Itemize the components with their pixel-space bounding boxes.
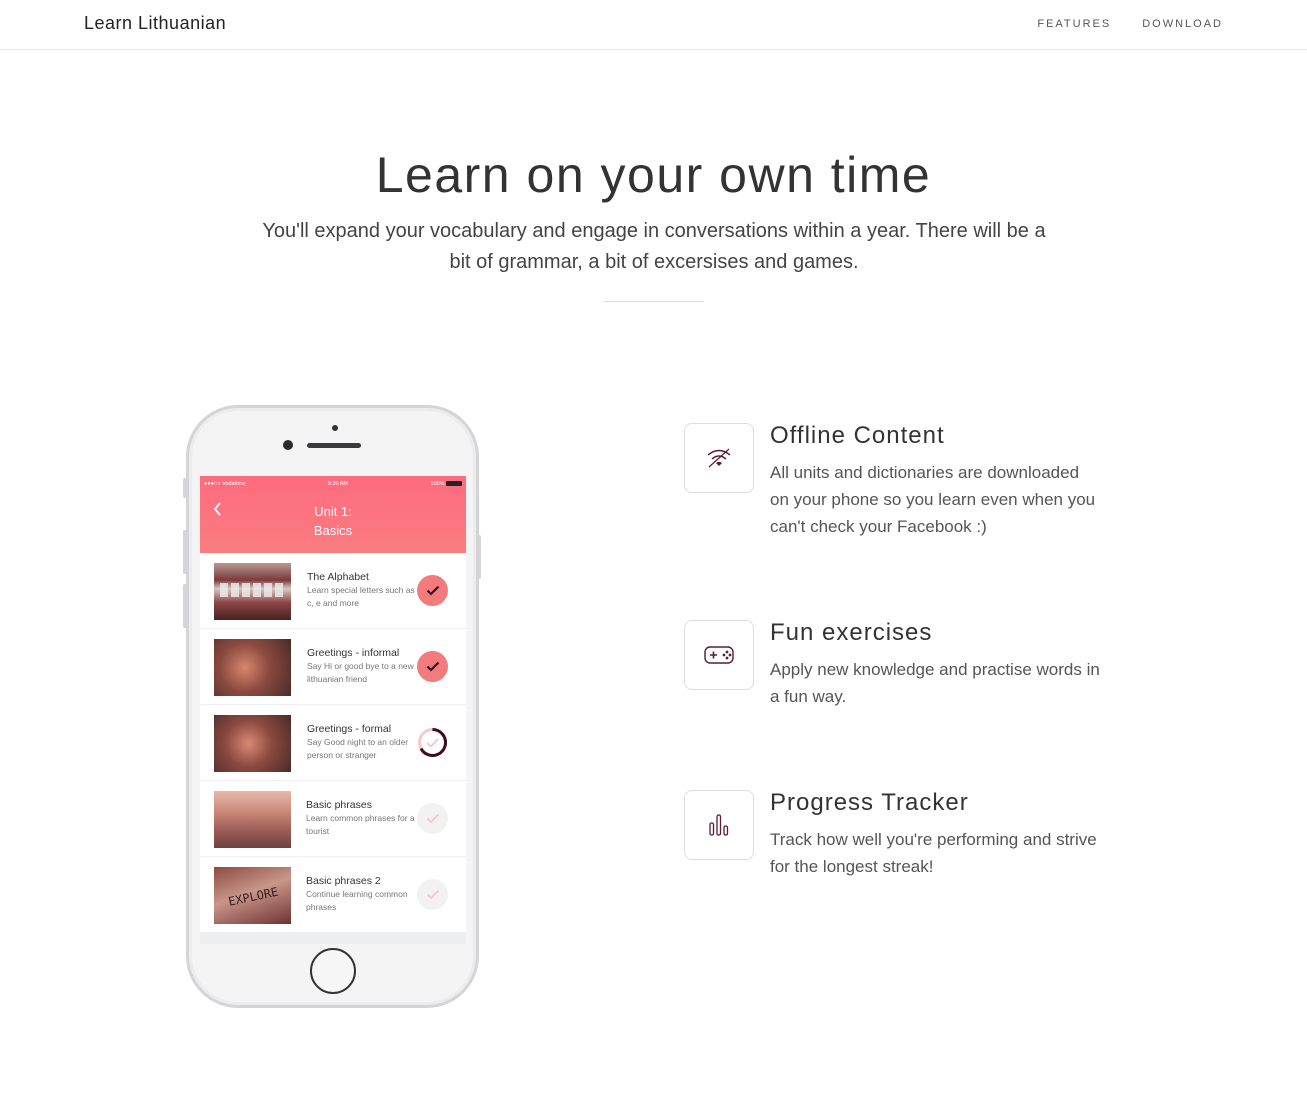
lesson-row[interactable]: Greetings - informal Say Hi or good bye … <box>200 629 466 705</box>
lesson-description: Continue learning common phrases <box>306 889 408 912</box>
nav-link-features[interactable]: FEATURES <box>1037 18 1111 30</box>
progress-ring-icon <box>417 727 448 758</box>
phone-sensor <box>332 425 338 431</box>
feature-description: Apply new knowledge and practise words i… <box>770 660 1100 706</box>
feature-title: Fun exercises <box>770 619 933 646</box>
lesson-title: Basic phrases <box>306 799 372 811</box>
hero-subtitle: You'll expand your vocabulary and engage… <box>262 220 1046 273</box>
phone-home-button <box>310 948 356 994</box>
lesson-row[interactable]: Greetings - formal Say Good night to an … <box>200 705 466 781</box>
status-battery: 100% <box>430 481 462 487</box>
unit-header: ●●●○○ Vodafone 9:30 AM 100% Unit 1: Basi… <box>200 476 466 553</box>
feature-description: Track how well you're performing and str… <box>770 830 1097 876</box>
unit-title-line1: Unit 1: <box>314 504 352 519</box>
navbar: Learn Lithuanian FEATURES DOWNLOAD <box>0 0 1307 50</box>
lesson-row[interactable]: EXPLORE Basic phrases 2 Continue learnin… <box>200 857 466 933</box>
check-done-icon <box>417 651 448 682</box>
lesson-row[interactable]: The Alphabet Learn special letters such … <box>200 553 466 629</box>
check-locked-icon <box>417 803 448 834</box>
feature-title: Progress Tracker <box>770 789 969 816</box>
status-bar: ●●●○○ Vodafone 9:30 AM 100% <box>204 481 462 487</box>
hero-title: Learn on your own time <box>375 147 932 203</box>
feature-description: All units and dictionaries are downloade… <box>770 463 1096 536</box>
lesson-thumbnail <box>214 563 291 620</box>
lesson-description: Say Good night to an older person or str… <box>307 737 409 760</box>
unit-title-line2: Basics <box>313 523 353 538</box>
status-time: 9:30 AM <box>327 481 348 487</box>
lesson-title: Greetings - informal <box>307 647 400 659</box>
nav-links: FEATURES DOWNLOAD <box>1037 18 1223 30</box>
nav-link-download[interactable]: DOWNLOAD <box>1142 18 1223 30</box>
section-divider <box>603 301 704 302</box>
lesson-thumbnail <box>214 791 291 848</box>
brand-logo[interactable]: Learn Lithuanian <box>84 13 226 34</box>
lesson-title: Greetings - formal <box>307 723 392 735</box>
lesson-thumbnail <box>214 639 291 696</box>
svg-text:EXPLORE: EXPLORE <box>227 885 279 909</box>
check-done-icon <box>417 575 448 606</box>
lesson-thumbnail <box>214 715 291 772</box>
lesson-description: Learn common phrases for a tourist <box>306 813 415 836</box>
phone-mockup: ●●●○○ Vodafone 9:30 AM 100% Unit 1: Basi… <box>186 405 479 1008</box>
phone-speaker <box>307 443 361 448</box>
lesson-description: Learn special letters such as c, e and m… <box>307 585 415 608</box>
bar-chart-icon <box>684 790 754 860</box>
status-carrier: ●●●○○ Vodafone <box>204 481 246 487</box>
offline-wifi-icon <box>684 423 754 493</box>
unit-title: Unit 1: Basics <box>200 502 466 540</box>
lesson-title: The Alphabet <box>307 571 369 583</box>
lesson-row[interactable]: Basic phrases Learn common phrases for a… <box>200 781 466 857</box>
lesson-title: Basic phrases 2 <box>306 875 381 887</box>
feature-title: Offline Content <box>770 422 945 449</box>
phone-screen: ●●●○○ Vodafone 9:30 AM 100% Unit 1: Basi… <box>200 476 466 944</box>
lesson-thumbnail: EXPLORE <box>214 867 291 924</box>
lesson-description: Say Hi or good bye to a new lithuanian f… <box>307 661 414 684</box>
check-locked-icon <box>417 879 448 910</box>
gamepad-icon <box>684 620 754 690</box>
phone-front-camera <box>283 440 293 450</box>
